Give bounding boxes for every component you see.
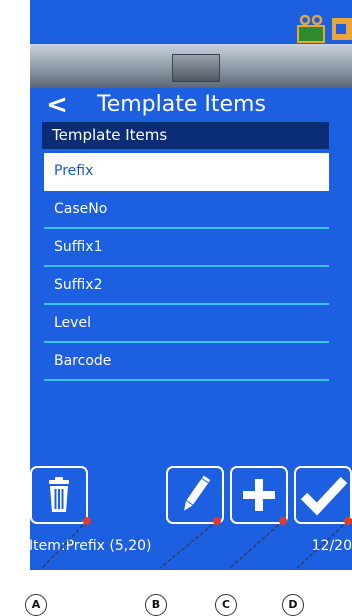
callout-dot-c <box>279 517 287 525</box>
callout-b: B <box>145 594 167 616</box>
callout-dot-a <box>83 517 91 525</box>
callout-dot-d <box>344 517 352 525</box>
callout-leader-lines <box>41 517 352 569</box>
callout-dot-b <box>213 517 221 525</box>
callout-d: D <box>282 594 304 616</box>
callout-a: A <box>25 594 47 616</box>
callout-c: C <box>215 594 237 616</box>
